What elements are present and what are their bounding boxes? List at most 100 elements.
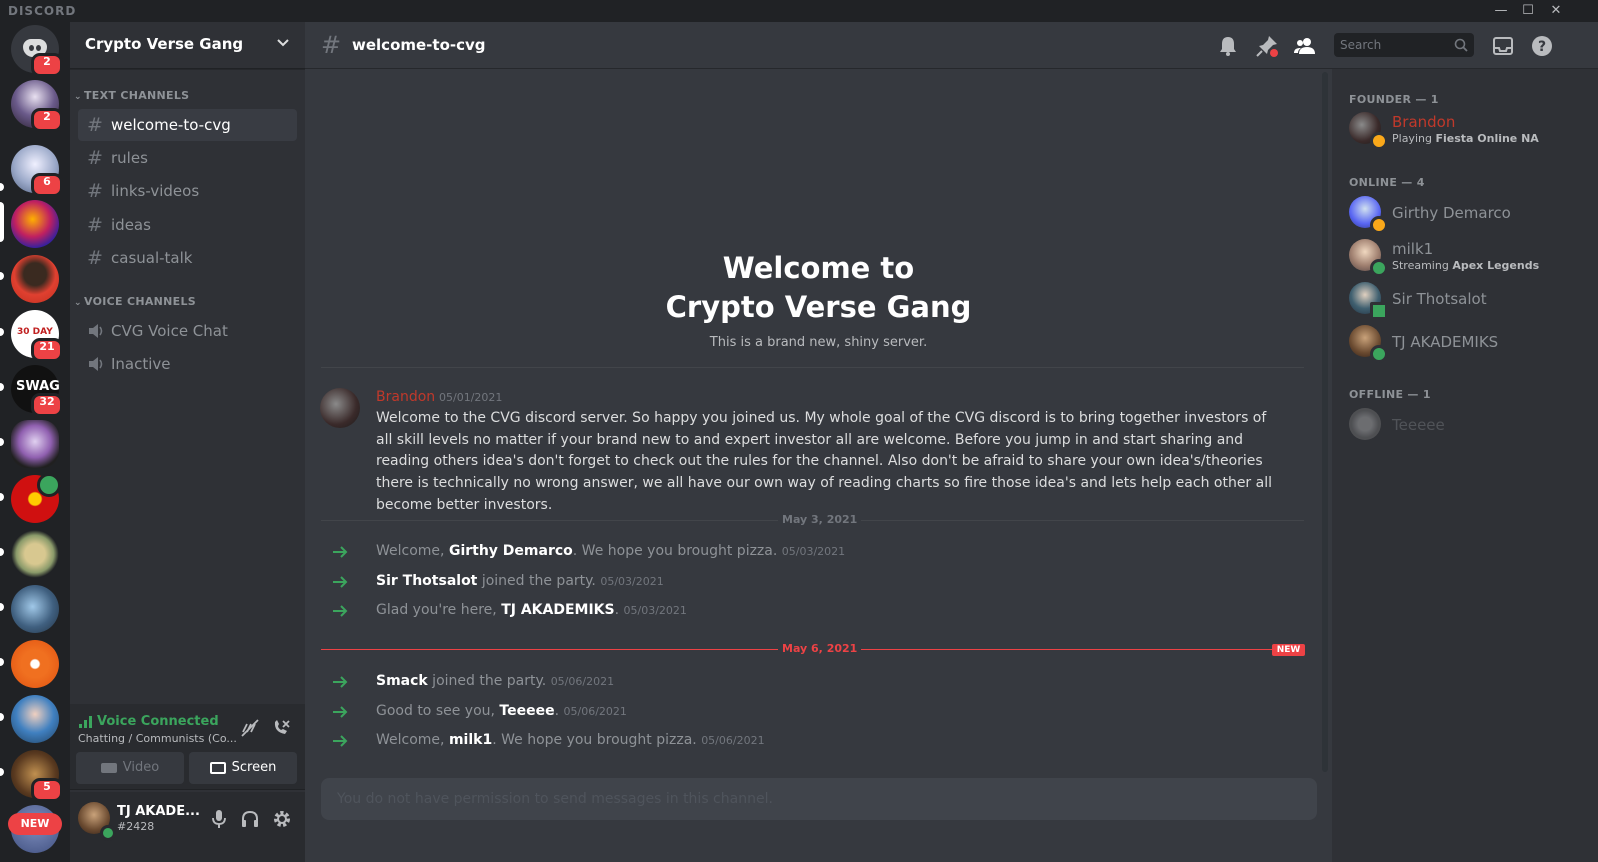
- message-author[interactable]: Brandon: [376, 389, 435, 405]
- mention-badge: 2: [31, 53, 63, 77]
- video-button[interactable]: Video: [76, 752, 184, 784]
- server-icon[interactable]: [11, 255, 59, 303]
- unread-pill: [0, 328, 4, 336]
- system-message: Sir Thotsalot joined the party. 05/03/20…: [305, 572, 1305, 594]
- server-icon[interactable]: [11, 695, 59, 743]
- member-tj-akademiks[interactable]: TJ AKADEMIKS: [1340, 320, 1590, 363]
- idle-status-icon: [1370, 132, 1388, 150]
- welcome-subtitle: This is a brand new, shiny server.: [709, 335, 928, 350]
- message-timestamp: 05/06/2021: [550, 675, 615, 688]
- pinned-messages-icon[interactable]: [1255, 34, 1279, 58]
- server-icon[interactable]: [11, 530, 59, 578]
- channel-name: CVG Voice Chat: [111, 322, 228, 340]
- help-icon[interactable]: ?: [1530, 34, 1554, 58]
- message-timestamp: 05/01/2021: [439, 391, 503, 404]
- chat-scrollbar[interactable]: [1322, 72, 1328, 772]
- username[interactable]: TJ AKADE...: [117, 804, 200, 819]
- channel-welcome-to-cvg[interactable]: # welcome-to-cvg: [78, 109, 297, 141]
- voice-status[interactable]: Voice Connected: [97, 714, 219, 729]
- server-icon[interactable]: [11, 420, 59, 468]
- server-icon[interactable]: 2: [11, 80, 63, 132]
- member-brandon[interactable]: Brandon Playing Fiesta Online NA: [1340, 107, 1590, 150]
- server-icon[interactable]: 6: [11, 145, 63, 197]
- server-rail: 2 2 6 30 DAY 21 SWAG 32 5 NEW: [0, 22, 70, 862]
- member-milk1[interactable]: milk1 Streaming Apex Legends: [1340, 234, 1590, 277]
- noise-suppression-icon[interactable]: [240, 718, 260, 738]
- home-button[interactable]: 2: [11, 25, 63, 77]
- voice-channel-inactive[interactable]: Inactive: [78, 348, 297, 380]
- inbox-icon[interactable]: [1491, 34, 1515, 58]
- message-timestamp: 05/03/2021: [781, 545, 846, 558]
- disconnect-icon[interactable]: [271, 718, 291, 738]
- speaker-icon: [89, 324, 103, 338]
- hash-icon: #: [87, 147, 103, 169]
- camera-icon: [100, 762, 117, 773]
- channel-ideas[interactable]: # ideas: [78, 209, 297, 241]
- avatar: [1349, 408, 1381, 440]
- member-name: milk1: [1392, 240, 1434, 258]
- hash-icon: #: [321, 31, 342, 59]
- join-arrow-icon: [333, 735, 348, 747]
- settings-gear-icon[interactable]: [272, 809, 292, 829]
- unread-pill: [0, 493, 4, 501]
- channel-name: rules: [111, 149, 148, 167]
- mobile-status-icon: [1370, 302, 1388, 320]
- message-timestamp: 05/06/2021: [701, 734, 765, 747]
- member-girthy-demarco[interactable]: Girthy Demarco: [1340, 191, 1590, 234]
- unread-pill: [0, 658, 4, 666]
- members-offline-header: OFFLINE — 1: [1349, 388, 1431, 401]
- maximize-button[interactable]: ☐: [1513, 1, 1543, 21]
- member-teeeee[interactable]: Teeeee: [1340, 403, 1590, 445]
- speaker-icon: [37, 473, 61, 497]
- member-sir-thotsalot[interactable]: Sir Thotsalot: [1340, 277, 1590, 320]
- avatar[interactable]: [320, 388, 360, 428]
- server-art-text: SWAG: [16, 379, 60, 394]
- title-bar: DISCORD — ☐ ✕: [0, 0, 1598, 22]
- server-art-text: 30 DAY: [17, 327, 53, 337]
- member-list-icon[interactable]: [1293, 34, 1317, 58]
- notification-bell-icon[interactable]: [1216, 34, 1240, 58]
- category-voice-channels[interactable]: ⌄ VOICE CHANNELS: [74, 295, 196, 308]
- channel-rules[interactable]: # rules: [78, 142, 297, 174]
- server-icon[interactable]: [11, 640, 59, 688]
- online-status-icon: [1370, 259, 1388, 277]
- member-name[interactable]: TJ AKADEMIKS: [501, 602, 614, 618]
- channel-name: welcome-to-cvg: [111, 116, 231, 134]
- guild-header[interactable]: Crypto Verse Gang: [70, 22, 305, 69]
- message-content: Welcome to the CVG discord server. So ha…: [376, 410, 1272, 513]
- channel-links-videos[interactable]: # links-videos: [78, 175, 297, 207]
- unread-pill: [0, 383, 4, 391]
- join-arrow-icon: [333, 676, 348, 688]
- server-icon[interactable]: [11, 585, 59, 633]
- voice-channel-cvg-voice-chat[interactable]: CVG Voice Chat: [78, 315, 297, 347]
- new-servers-badge[interactable]: NEW: [8, 813, 62, 835]
- headphones-icon[interactable]: [240, 809, 260, 829]
- screen-share-button[interactable]: Screen: [189, 752, 297, 784]
- category-text-channels[interactable]: ⌄ TEXT CHANNELS: [74, 89, 189, 102]
- hash-icon: #: [87, 180, 103, 202]
- member-name[interactable]: milk1: [449, 732, 492, 748]
- server-icon[interactable]: SWAG 32: [11, 365, 63, 417]
- voice-channel-detail[interactable]: Chatting / Communists (Co...: [78, 732, 237, 745]
- caret-icon: ⌄: [74, 298, 82, 308]
- member-name[interactable]: Sir Thotsalot: [376, 573, 477, 589]
- member-name[interactable]: Teeeee: [499, 703, 554, 719]
- message-input[interactable]: You do not have permission to send messa…: [321, 778, 1317, 820]
- join-arrow-icon: [333, 706, 348, 718]
- server-icon[interactable]: 30 DAY 21: [11, 310, 63, 362]
- members-online-header: ONLINE — 4: [1349, 176, 1425, 189]
- welcome-divider: [321, 367, 1304, 368]
- minimize-button[interactable]: —: [1486, 1, 1516, 21]
- mention-badge: 5: [31, 778, 63, 802]
- channel-name: casual-talk: [111, 249, 193, 267]
- search-input[interactable]: Search: [1334, 33, 1474, 57]
- server-icon[interactable]: 5: [11, 750, 63, 802]
- member-name[interactable]: Smack: [376, 673, 428, 689]
- server-icon[interactable]: [11, 473, 61, 523]
- idle-status-icon: [1370, 216, 1388, 234]
- microphone-icon[interactable]: [210, 809, 228, 829]
- channel-casual-talk[interactable]: # casual-talk: [78, 242, 297, 274]
- member-name[interactable]: Girthy Demarco: [449, 543, 573, 559]
- server-icon[interactable]: [11, 200, 59, 248]
- close-window-button[interactable]: ✕: [1541, 1, 1571, 21]
